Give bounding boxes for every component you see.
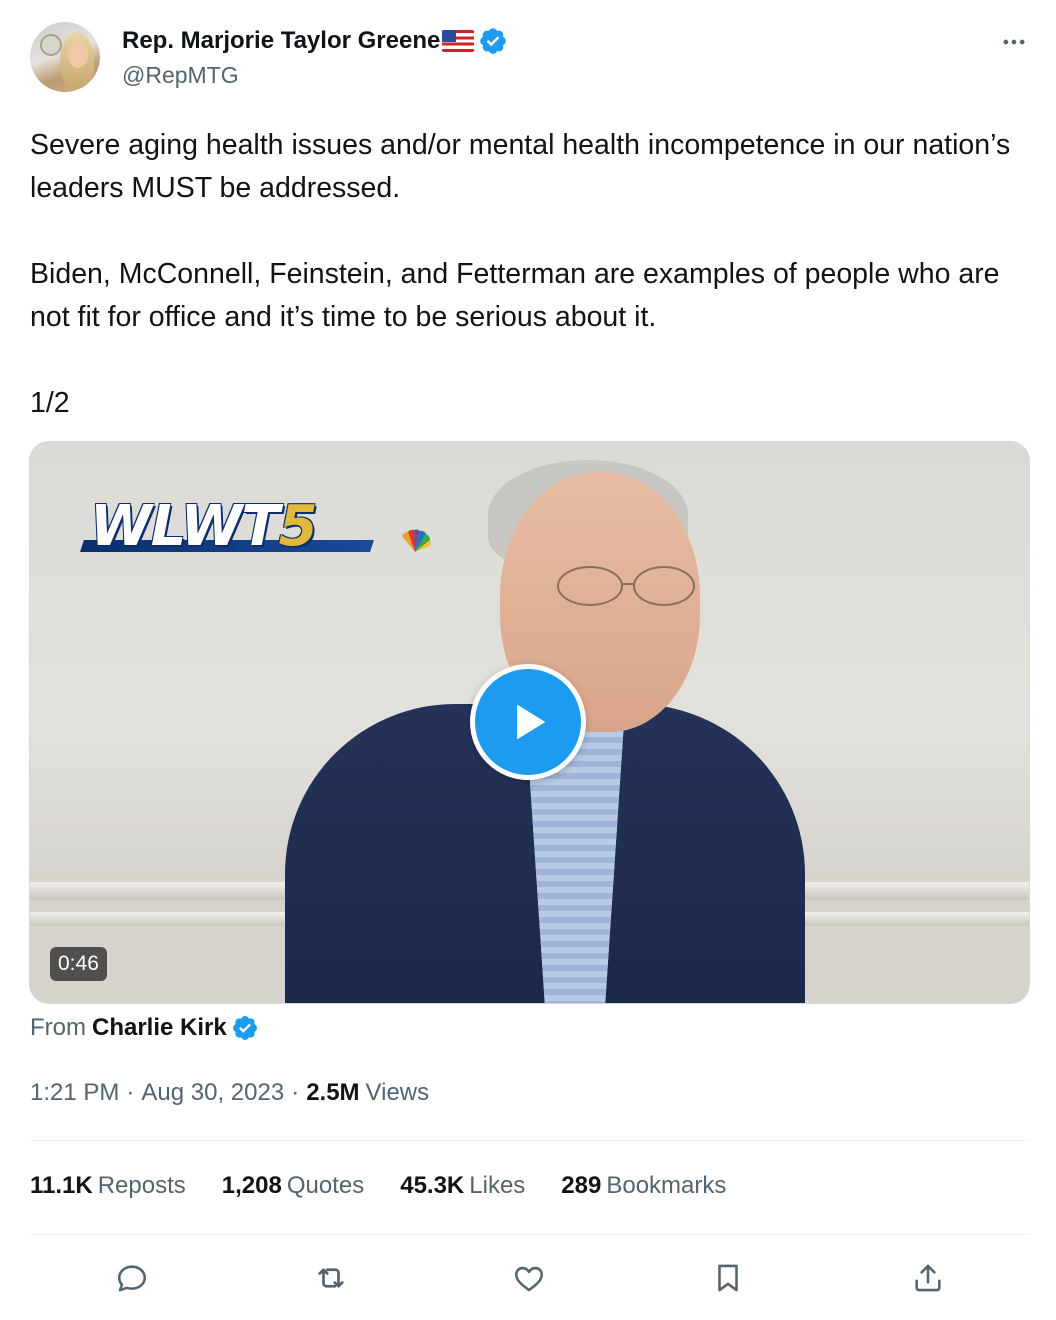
repost-icon (318, 1268, 344, 1288)
share-button[interactable] (906, 1256, 950, 1300)
subject-glasses (557, 566, 695, 606)
like-button[interactable] (507, 1256, 551, 1300)
stat-quotes[interactable]: 1,208 Quotes (222, 1172, 364, 1200)
stat-bookmarks[interactable]: 289 Bookmarks (561, 1172, 726, 1200)
avatar-face (68, 42, 88, 68)
share-icon (915, 1264, 941, 1292)
stat-count: 1,208 (221, 1172, 282, 1199)
play-icon (517, 704, 546, 740)
stat-count: 11.1K (30, 1172, 93, 1199)
logo-number: 5 (278, 494, 318, 559)
bookmark-icon (718, 1264, 738, 1292)
more-icon[interactable] (1000, 28, 1028, 56)
tweet-meta: 1:21 PM · Aug 30, 2023 · 2.5M Views (30, 1079, 429, 1107)
author-display-name[interactable]: Rep. Marjorie Taylor Greene (122, 27, 440, 55)
stat-label: Quotes (286, 1172, 365, 1199)
tweet-time[interactable]: 1:21 PM (30, 1079, 119, 1107)
play-button[interactable] (470, 664, 586, 780)
video-attribution: From Charlie Kirk (30, 1014, 259, 1042)
author-avatar[interactable] (30, 22, 100, 92)
logo-letters: WLWT (90, 494, 280, 559)
author-name-row: Rep. Marjorie Taylor Greene (122, 26, 508, 56)
video-player[interactable]: WLWT5 0:46 (29, 441, 1030, 1004)
nbc-peacock-icon (402, 529, 431, 552)
stat-label: Reposts (97, 1172, 186, 1199)
us-flag-icon (442, 30, 475, 52)
engagement-stats: 11.1K Reposts 1,208 Quotes 45.3K Likes 289 B… (30, 1172, 762, 1200)
meta-separator: · (291, 1079, 300, 1106)
author-handle[interactable]: @RepMTG (122, 62, 239, 89)
stat-count: 289 (561, 1172, 602, 1199)
views-label: Views (365, 1079, 430, 1106)
source-account-link[interactable]: Charlie Kirk (92, 1014, 227, 1042)
from-label: From (30, 1014, 86, 1041)
divider (30, 1140, 1030, 1141)
verified-badge-icon[interactable] (231, 1014, 259, 1042)
reply-button[interactable] (110, 1256, 154, 1300)
bookmark-button[interactable] (706, 1256, 750, 1300)
meta-separator: · (126, 1079, 135, 1106)
verified-badge-icon[interactable] (478, 26, 508, 56)
stat-label: Bookmarks (606, 1172, 727, 1199)
divider (30, 1234, 1030, 1235)
stat-label: Likes (469, 1172, 526, 1199)
stat-reposts[interactable]: 11.1K Reposts (30, 1172, 186, 1200)
like-icon (514, 1266, 544, 1292)
logo-text: WLWT5 (90, 494, 318, 559)
action-bar (30, 1256, 1030, 1300)
tweet-text: Severe aging health issues and/or mental… (30, 129, 1011, 419)
tweet-date[interactable]: Aug 30, 2023 (141, 1079, 284, 1107)
views-count: 2.5M (306, 1079, 360, 1106)
seal-icon (40, 34, 62, 56)
repost-button[interactable] (309, 1256, 353, 1300)
stat-likes[interactable]: 45.3K Likes (400, 1172, 525, 1200)
tweet-header: Rep. Marjorie Taylor Greene @RepMTG (30, 22, 1030, 94)
reply-icon (117, 1265, 147, 1292)
video-duration-badge: 0:46 (50, 947, 107, 981)
stat-count: 45.3K (400, 1172, 465, 1199)
